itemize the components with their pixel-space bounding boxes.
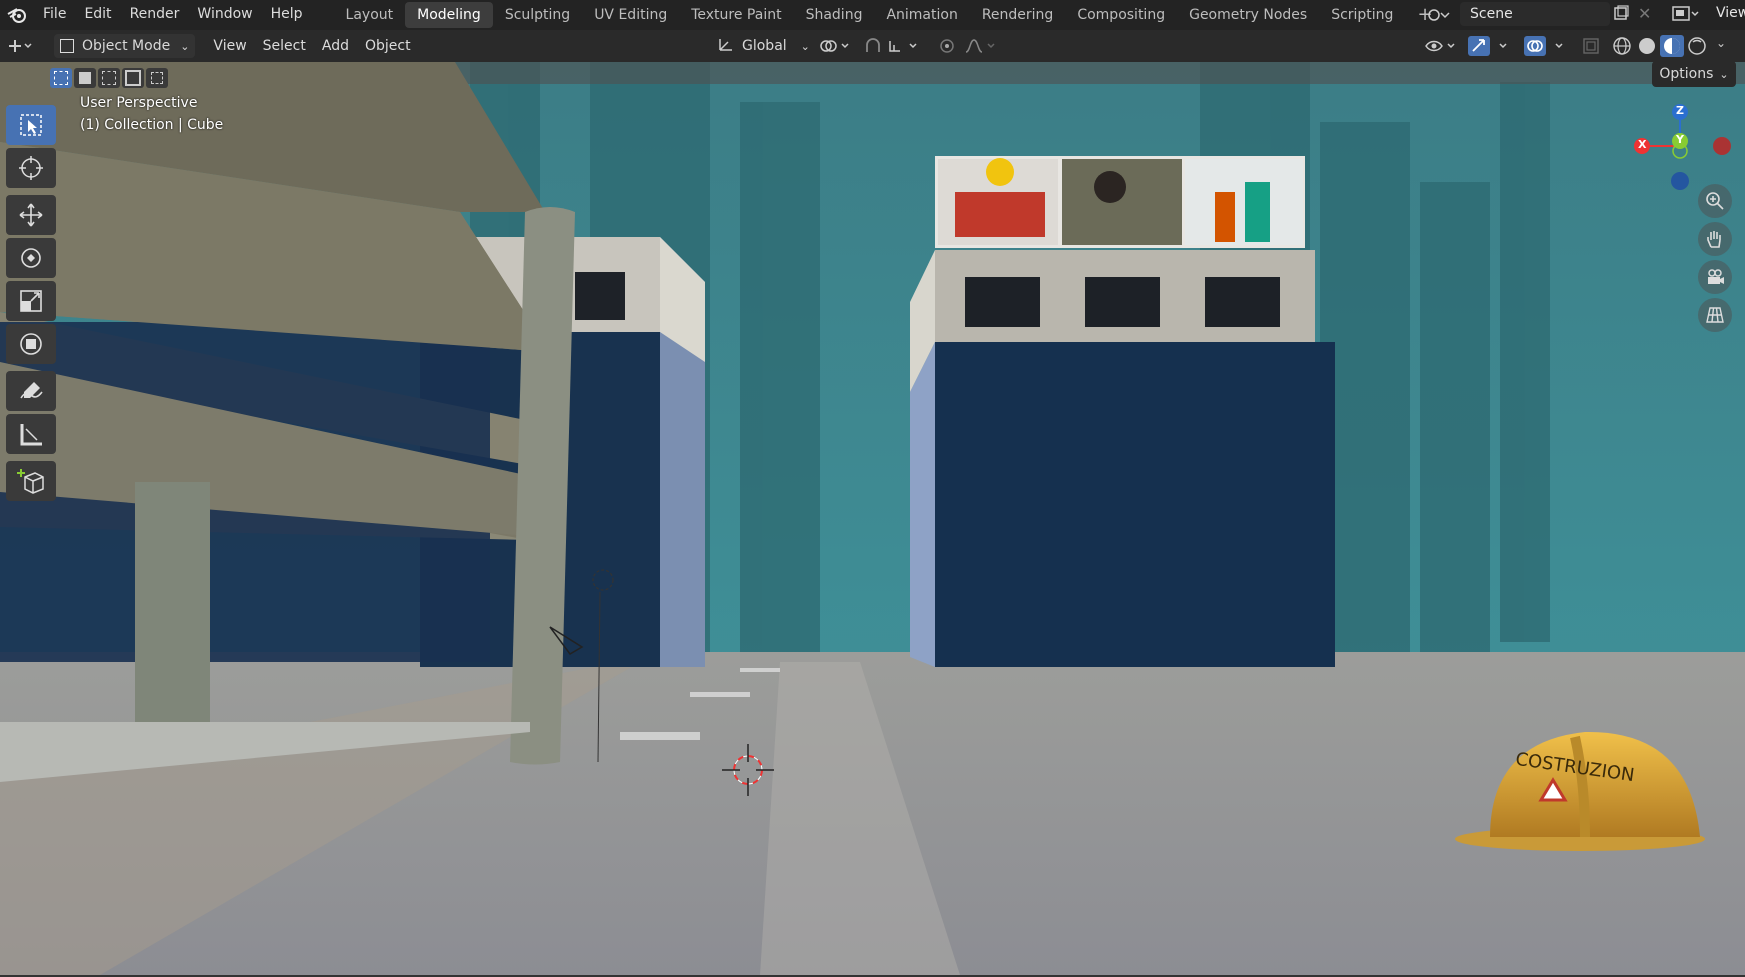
tool-measure[interactable] bbox=[6, 414, 56, 454]
scene-name-field[interactable]: Scene bbox=[1460, 2, 1610, 26]
perspective-toggle-icon[interactable] bbox=[1698, 298, 1732, 332]
chevron-down-icon: ⌄ bbox=[800, 39, 810, 53]
3d-viewport[interactable]: COSTRUZION Options ⌄ User Perspective (1… bbox=[0, 62, 1745, 975]
annotate-icon bbox=[20, 382, 43, 399]
select-invert-icon[interactable] bbox=[122, 68, 144, 88]
blender-logo-icon[interactable] bbox=[0, 0, 34, 30]
scene-render[interactable] bbox=[0, 62, 1745, 975]
tab-modeling[interactable]: Modeling bbox=[405, 2, 493, 28]
mode-label: Object Mode bbox=[82, 38, 171, 54]
tool-annotate[interactable] bbox=[6, 371, 56, 411]
menu-window[interactable]: Window bbox=[188, 0, 261, 30]
view-perspective-label: User Perspective bbox=[80, 95, 198, 111]
add-cube-icon bbox=[17, 469, 44, 494]
gizmo-toggle-icon[interactable] bbox=[1468, 35, 1516, 61]
gizmo-x-label: X bbox=[1638, 138, 1647, 151]
orientation-label: Global bbox=[742, 38, 787, 54]
tab-layout[interactable]: Layout bbox=[334, 2, 406, 28]
tab-scripting[interactable]: Scripting bbox=[1319, 2, 1405, 28]
tool-scale[interactable] bbox=[6, 281, 56, 321]
move-icon bbox=[19, 203, 43, 227]
shading-solid-icon[interactable] bbox=[1637, 36, 1657, 60]
scene-name: Scene bbox=[1470, 6, 1513, 22]
tab-rendering[interactable]: Rendering bbox=[970, 2, 1066, 28]
xray-icon[interactable] bbox=[1582, 37, 1600, 59]
menu-select[interactable]: Select bbox=[255, 34, 314, 58]
transform-orientation-dropdown[interactable]: Global ⌄ bbox=[712, 34, 816, 58]
menu-add[interactable]: Add bbox=[314, 34, 357, 58]
measure-icon bbox=[20, 424, 42, 446]
rotate-icon bbox=[21, 248, 41, 268]
tool-rotate[interactable] bbox=[6, 238, 56, 278]
tool-select-box[interactable] bbox=[6, 105, 56, 145]
scale-icon bbox=[20, 290, 42, 312]
tool-add-cube[interactable] bbox=[6, 461, 56, 501]
select-new-icon[interactable] bbox=[50, 68, 72, 88]
orientation-icon bbox=[718, 36, 734, 56]
menu-file[interactable]: File bbox=[34, 0, 75, 30]
menu-edit[interactable]: Edit bbox=[75, 0, 120, 30]
view-layer-icon[interactable] bbox=[1672, 5, 1702, 25]
active-collection-label: (1) Collection | Cube bbox=[80, 117, 224, 133]
select-intersect-icon[interactable] bbox=[146, 68, 168, 88]
gizmo-y-label: Y bbox=[1676, 133, 1684, 146]
chevron-down-icon[interactable]: ⌄ bbox=[1716, 36, 1726, 50]
camera-view-icon[interactable] bbox=[1698, 260, 1732, 294]
shading-rendered-icon[interactable] bbox=[1687, 36, 1707, 60]
new-scene-icon[interactable] bbox=[1612, 5, 1632, 25]
select-box-icon bbox=[20, 114, 42, 136]
transform-icon bbox=[20, 333, 42, 355]
pivot-point-icon[interactable] bbox=[818, 37, 854, 59]
select-extend-icon[interactable] bbox=[74, 68, 96, 88]
visibility-icon[interactable] bbox=[1424, 37, 1460, 59]
overlays-icon[interactable] bbox=[1524, 35, 1572, 61]
select-mode-group bbox=[50, 68, 168, 88]
tab-sculpting[interactable]: Sculpting bbox=[493, 2, 582, 28]
select-subtract-icon[interactable] bbox=[98, 68, 120, 88]
menu-help[interactable]: Help bbox=[262, 0, 312, 30]
tab-geometry-nodes[interactable]: Geometry Nodes bbox=[1177, 2, 1319, 28]
scene-selector-icon[interactable] bbox=[1424, 4, 1454, 26]
tool-transform[interactable] bbox=[6, 324, 56, 364]
proportional-editing-icon[interactable] bbox=[938, 37, 998, 59]
options-label: Options bbox=[1659, 66, 1714, 82]
view-layer-label[interactable]: View bbox=[1716, 5, 1745, 21]
delete-scene-icon[interactable]: ✕ bbox=[1638, 4, 1651, 23]
tool-move[interactable] bbox=[6, 195, 56, 235]
tab-uv-editing[interactable]: UV Editing bbox=[582, 2, 679, 28]
snap-icon[interactable] bbox=[864, 37, 924, 59]
mode-dropdown[interactable]: Object Mode ⌄ bbox=[54, 34, 196, 58]
tab-animation[interactable]: Animation bbox=[874, 2, 969, 28]
pan-hand-icon[interactable] bbox=[1698, 222, 1732, 256]
tool-cursor[interactable] bbox=[6, 148, 56, 188]
tab-texture-paint[interactable]: Texture Paint bbox=[679, 2, 793, 28]
chevron-down-icon: ⌄ bbox=[1719, 67, 1729, 81]
shading-wireframe-icon[interactable] bbox=[1612, 36, 1632, 60]
viewport-header: Object Mode ⌄ View Select Add Object Glo… bbox=[0, 30, 1745, 62]
tab-shading[interactable]: Shading bbox=[794, 2, 875, 28]
zoom-icon[interactable] bbox=[1698, 184, 1732, 218]
shading-material-icon[interactable] bbox=[1660, 35, 1684, 61]
cursor-icon bbox=[19, 156, 43, 180]
options-dropdown[interactable]: Options ⌄ bbox=[1652, 62, 1736, 87]
editor-type-icon[interactable] bbox=[0, 37, 40, 55]
menu-view[interactable]: View bbox=[205, 34, 254, 58]
tool-shelf bbox=[6, 105, 56, 504]
chevron-down-icon: ⌄ bbox=[180, 39, 190, 53]
menu-render[interactable]: Render bbox=[121, 0, 189, 30]
gizmo-z-label: Z bbox=[1676, 104, 1684, 117]
object-mode-icon bbox=[60, 39, 74, 53]
menu-object[interactable]: Object bbox=[357, 34, 419, 58]
tab-compositing[interactable]: Compositing bbox=[1065, 2, 1177, 28]
top-bar: File Edit Render Window Help Layout Mode… bbox=[0, 0, 1745, 30]
